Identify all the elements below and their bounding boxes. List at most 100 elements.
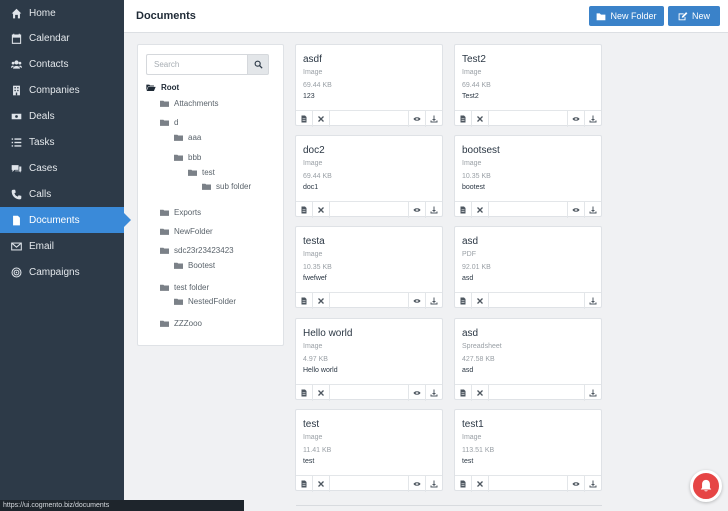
- sidebar-item-deals[interactable]: Deals: [0, 103, 124, 129]
- tree-node-bbb[interactable]: bbb: [174, 153, 201, 162]
- folder-icon: [174, 262, 183, 269]
- tree-node-d[interactable]: d: [160, 118, 178, 127]
- download-document-button[interactable]: [584, 202, 601, 218]
- document-name[interactable]: test1: [462, 419, 484, 430]
- sidebar-item-contacts[interactable]: Contacts: [0, 51, 124, 77]
- tree-node-aaa[interactable]: aaa: [174, 133, 201, 142]
- sidebar-item-label: Deals: [29, 110, 55, 122]
- download-document-button[interactable]: [425, 202, 442, 218]
- close-icon: [476, 480, 484, 488]
- search-button[interactable]: [247, 54, 269, 75]
- sidebar-item-tasks[interactable]: Tasks: [0, 129, 124, 155]
- close-icon: [476, 389, 484, 397]
- document-name[interactable]: asd: [462, 236, 478, 247]
- delete-document-button[interactable]: [313, 293, 330, 309]
- sidebar-item-home[interactable]: Home: [0, 0, 124, 26]
- open-document-button[interactable]: [455, 476, 472, 492]
- open-document-button[interactable]: [296, 293, 313, 309]
- tree-node-test-folder[interactable]: test folder: [160, 283, 209, 292]
- document-name[interactable]: test: [303, 419, 319, 430]
- folder-icon: [174, 154, 183, 161]
- folder-icon: [160, 100, 169, 107]
- delete-document-button[interactable]: [472, 202, 489, 218]
- search-input[interactable]: [146, 54, 247, 75]
- download-document-button[interactable]: [425, 293, 442, 309]
- download-document-button[interactable]: [584, 476, 601, 492]
- folder-icon: [174, 298, 183, 305]
- tree-node-root[interactable]: Root: [146, 83, 179, 92]
- preview-document-button[interactable]: [408, 385, 425, 401]
- sidebar-item-label: Companies: [29, 84, 80, 96]
- delete-document-button[interactable]: [472, 476, 489, 492]
- document-name[interactable]: Test2: [462, 54, 486, 65]
- download-document-button[interactable]: [425, 111, 442, 127]
- download-document-button[interactable]: [584, 111, 601, 127]
- document-name[interactable]: testa: [303, 236, 325, 247]
- open-document-button[interactable]: [296, 111, 313, 127]
- document-actions: [296, 292, 442, 309]
- open-document-button[interactable]: [455, 202, 472, 218]
- document-name[interactable]: asdf: [303, 54, 322, 65]
- new-button[interactable]: New: [668, 6, 720, 26]
- document-name[interactable]: Hello world: [303, 328, 352, 339]
- sidebar-item-calls[interactable]: Calls: [0, 181, 124, 207]
- tree-node-exports[interactable]: Exports: [160, 208, 201, 217]
- folder-icon: [202, 183, 211, 190]
- delete-document-button[interactable]: [472, 293, 489, 309]
- delete-document-button[interactable]: [313, 202, 330, 218]
- sidebar-item-documents[interactable]: Documents: [0, 207, 131, 233]
- tree-node-attachments[interactable]: Attachments: [160, 99, 218, 108]
- delete-document-button[interactable]: [313, 385, 330, 401]
- document-type: Spreadsheet: [462, 343, 502, 350]
- open-document-button[interactable]: [296, 385, 313, 401]
- sidebar-item-campaigns[interactable]: Campaigns: [0, 259, 124, 285]
- notification-button[interactable]: [690, 470, 722, 502]
- document-type: Image: [462, 434, 482, 441]
- open-document-button[interactable]: [455, 293, 472, 309]
- tree-node-newfolder[interactable]: NewFolder: [160, 227, 213, 236]
- sidebar-item-email[interactable]: Email: [0, 233, 124, 259]
- open-document-button[interactable]: [296, 202, 313, 218]
- preview-document-button[interactable]: [567, 202, 584, 218]
- tree-node-nestedfolder[interactable]: NestedFolder: [174, 297, 236, 306]
- open-document-button[interactable]: [455, 385, 472, 401]
- sidebar-item-cases[interactable]: Cases: [0, 155, 124, 181]
- document-name[interactable]: bootsest: [462, 145, 500, 156]
- document-actions: [455, 384, 601, 401]
- preview-document-button[interactable]: [408, 476, 425, 492]
- delete-document-button[interactable]: [313, 111, 330, 127]
- home-icon: [9, 7, 23, 19]
- document-name[interactable]: doc2: [303, 145, 325, 156]
- new-folder-button[interactable]: New Folder: [589, 6, 664, 26]
- delete-document-button[interactable]: [472, 385, 489, 401]
- preview-document-button[interactable]: [567, 476, 584, 492]
- sidebar-item-calendar[interactable]: Calendar: [0, 25, 124, 51]
- delete-document-button[interactable]: [313, 476, 330, 492]
- download-document-button[interactable]: [425, 385, 442, 401]
- document-name[interactable]: asd: [462, 328, 478, 339]
- preview-document-button[interactable]: [567, 111, 584, 127]
- tree-node-sub-folder[interactable]: sub folder: [202, 182, 251, 191]
- eye-icon: [572, 115, 580, 123]
- download-document-button[interactable]: [584, 385, 601, 401]
- delete-document-button[interactable]: [472, 111, 489, 127]
- preview-document-button[interactable]: [408, 202, 425, 218]
- open-document-button[interactable]: [455, 111, 472, 127]
- sidebar-item-label: Calls: [29, 188, 52, 200]
- tree-node-bootest[interactable]: Bootest: [174, 261, 215, 270]
- open-document-button[interactable]: [296, 476, 313, 492]
- preview-document-button[interactable]: [408, 111, 425, 127]
- document-actions: [296, 201, 442, 218]
- eye-icon: [413, 480, 421, 488]
- document-type: PDF: [462, 251, 476, 258]
- tree-node-test[interactable]: test: [188, 168, 215, 177]
- tree-node-sdc23r23423423[interactable]: sdc23r23423423: [160, 246, 234, 255]
- sidebar-item-companies[interactable]: Companies: [0, 77, 124, 103]
- eye-icon: [413, 389, 421, 397]
- download-document-button[interactable]: [425, 476, 442, 492]
- preview-document-button[interactable]: [408, 293, 425, 309]
- document-description: Test2: [462, 93, 479, 100]
- tree-node-zzzooo[interactable]: ZZZooo: [160, 319, 202, 328]
- download-document-button[interactable]: [584, 293, 601, 309]
- document-actions: [455, 475, 601, 492]
